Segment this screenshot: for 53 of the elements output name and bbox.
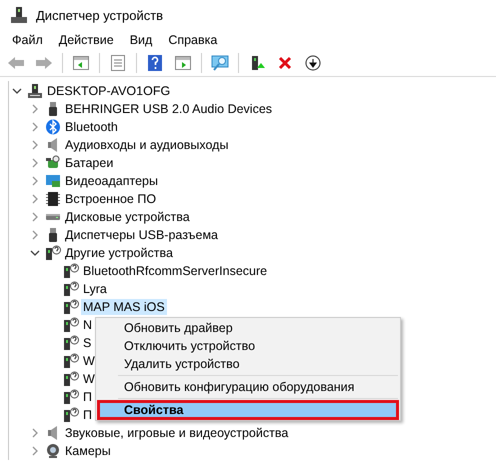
chip-icon bbox=[45, 191, 61, 207]
context-menu-item[interactable]: Обновить конфигурацию оборудования bbox=[98, 378, 398, 396]
right-arrow-icon bbox=[35, 56, 53, 70]
bluetooth-icon bbox=[45, 119, 61, 135]
drive-icon bbox=[45, 213, 61, 221]
unknown-device-icon bbox=[45, 245, 61, 261]
unknown-device-icon bbox=[63, 281, 79, 297]
cross-icon bbox=[278, 56, 292, 70]
computer-icon bbox=[10, 6, 28, 24]
tree-item[interactable]: W bbox=[81, 353, 97, 369]
battery-icon bbox=[45, 155, 61, 171]
tree-item[interactable]: N bbox=[81, 317, 94, 333]
unknown-device-icon bbox=[63, 263, 79, 279]
tree-item[interactable]: Встроенное ПО bbox=[63, 191, 158, 207]
tree-item[interactable]: BluetoothRfcommServerInsecure bbox=[81, 263, 270, 279]
tree-item[interactable]: BEHRINGER USB 2.0 Audio Devices bbox=[63, 101, 274, 117]
unknown-device-icon bbox=[63, 389, 79, 405]
tree-item[interactable]: DESKTOP-AVO1OFG bbox=[45, 83, 172, 99]
context-menu-item[interactable]: Свойства bbox=[98, 401, 398, 419]
tree-item[interactable]: S bbox=[81, 335, 94, 351]
tree-item[interactable]: MAP MAS iOS bbox=[81, 299, 167, 315]
menu-item[interactable]: Действие bbox=[50, 33, 122, 47]
tree-item[interactable]: Видеоадаптеры bbox=[63, 173, 160, 189]
menu-item[interactable]: Справка bbox=[160, 33, 226, 47]
tree-item[interactable]: Диспетчеры USB-разъема bbox=[63, 227, 220, 243]
window-title: Диспетчер устройств bbox=[36, 8, 164, 22]
left-arrow-icon bbox=[7, 56, 25, 70]
menu-item[interactable]: Файл bbox=[4, 33, 51, 47]
unknown-device-icon bbox=[63, 299, 79, 315]
computer-icon bbox=[27, 83, 43, 99]
tree-item[interactable]: W bbox=[81, 371, 97, 387]
tree-item[interactable]: П bbox=[81, 389, 94, 405]
tree-item[interactable]: Звуковые, игровые и видеоустройства bbox=[63, 425, 290, 441]
unknown-device-icon bbox=[63, 371, 79, 387]
tree-item[interactable]: Аудиовходы и аудиовыходы bbox=[63, 137, 230, 153]
menu-item[interactable]: Вид bbox=[122, 33, 160, 47]
context-menu-item[interactable]: Отключить устройство bbox=[98, 337, 398, 355]
device-arrow-icon bbox=[249, 55, 265, 71]
monitor-icon bbox=[45, 173, 61, 189]
tree-item[interactable]: Другие устройства bbox=[63, 245, 175, 261]
tree-item[interactable]: Lyra bbox=[81, 281, 109, 297]
tree-item[interactable]: Камеры bbox=[63, 443, 113, 459]
context-menu-item[interactable]: Удалить устройство bbox=[98, 355, 398, 373]
unknown-device-icon bbox=[63, 317, 79, 333]
tree-item[interactable]: Bluetooth bbox=[63, 119, 120, 135]
unknown-device-icon bbox=[63, 335, 79, 351]
context-menu-item[interactable]: Обновить драйвер bbox=[98, 319, 398, 337]
tree-item[interactable]: Батареи bbox=[63, 155, 116, 171]
tree-item[interactable]: П bbox=[81, 407, 94, 423]
unknown-device-icon bbox=[63, 407, 79, 423]
tree-item[interactable]: Дисковые устройства bbox=[63, 209, 192, 225]
webcam-icon bbox=[45, 443, 61, 459]
unknown-device-icon bbox=[63, 353, 79, 369]
